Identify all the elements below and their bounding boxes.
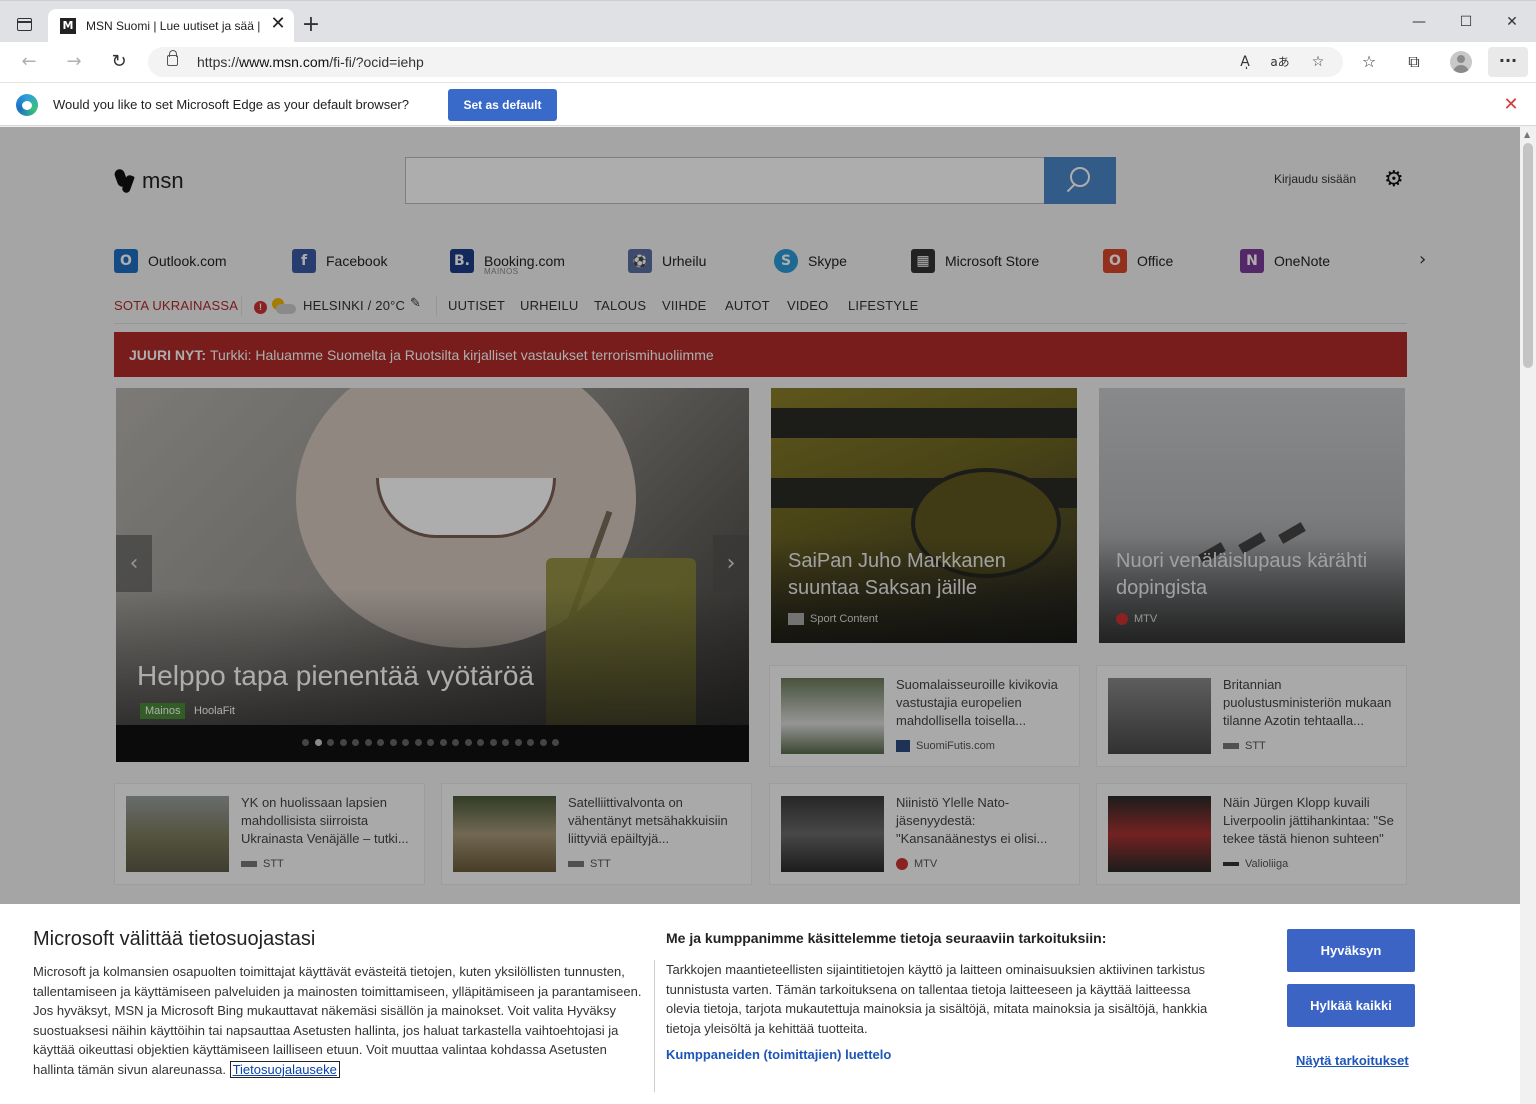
tab-close-icon[interactable]: ✕ [268, 14, 288, 34]
show-purposes-link[interactable]: Näytä tarkoitukset [1296, 1053, 1409, 1068]
partners-list-link[interactable]: Kumppaneiden (toimittajien) luettelo [666, 1047, 891, 1062]
minimize-button[interactable]: — [1407, 11, 1431, 33]
read-aloud-icon[interactable]: Aͅ [1234, 51, 1256, 73]
scroll-up-icon[interactable]: ▲ [1524, 130, 1530, 139]
msn-favicon-icon: M [60, 18, 76, 34]
consent-divider [654, 960, 655, 1092]
scrollbar-thumb[interactable] [1523, 143, 1533, 368]
purposes-heading: Me ja kumppanimme käsittelemme tietoja s… [666, 930, 1107, 946]
refresh-icon[interactable]: ↻ [107, 50, 131, 74]
set-as-default-button[interactable]: Set as default [448, 89, 557, 121]
more-icon[interactable]: ··· [1488, 47, 1528, 77]
browser-tab[interactable]: M MSN Suomi | Lue uutiset ja sää | ✕ [48, 9, 294, 43]
privacy-statement-link[interactable]: Tietosuojalauseke [229, 1060, 340, 1078]
address-bar[interactable]: https://www.msn.com/fi-fi/?ocid=iehp Aͅ … [148, 47, 1343, 77]
cookie-consent-banner: Microsoft välittää tietosuojastasi Micro… [0, 904, 1520, 1104]
lock-icon[interactable] [167, 50, 178, 66]
close-window-button[interactable]: ✕ [1500, 11, 1524, 33]
consent-title: Microsoft välittää tietosuojastasi [33, 928, 316, 950]
back-icon[interactable]: ← [17, 50, 41, 74]
maximize-button[interactable]: ☐ [1454, 11, 1478, 33]
tab-actions-icon[interactable] [17, 18, 32, 31]
browser-toolbar: ← → ↻ https://www.msn.com/fi-fi/?ocid=ie… [0, 42, 1536, 82]
new-tab-button[interactable]: + [299, 13, 323, 37]
reject-all-button[interactable]: Hylkää kaikki [1287, 984, 1415, 1027]
add-favorite-icon[interactable]: ☆ [1307, 51, 1329, 73]
purposes-text: Tarkkojen maantieteellisten sijaintitiet… [666, 962, 1208, 1036]
translate-icon[interactable]: aあ [1269, 51, 1291, 73]
default-browser-infobar: Would you like to set Microsoft Edge as … [0, 82, 1536, 126]
collections-icon[interactable]: ⧉ [1402, 50, 1426, 74]
title-bar: M MSN Suomi | Lue uutiset ja sää | ✕ + —… [0, 0, 1536, 43]
close-icon[interactable]: ✕ [1500, 94, 1522, 116]
edge-logo-icon [16, 94, 38, 116]
page-scrollbar[interactable]: ▲ [1520, 127, 1536, 1104]
accept-button[interactable]: Hyväksyn [1287, 929, 1415, 972]
forward-icon[interactable]: → [62, 50, 86, 74]
tab-title: MSN Suomi | Lue uutiset ja sää | [86, 19, 261, 33]
infobar-message: Would you like to set Microsoft Edge as … [53, 97, 409, 112]
profile-icon[interactable] [1450, 51, 1472, 73]
url-text[interactable]: https://www.msn.com/fi-fi/?ocid=iehp [197, 54, 424, 70]
consent-body: Microsoft ja kolmansien osapuolten toimi… [33, 962, 643, 1080]
favorites-icon[interactable]: ☆ [1357, 50, 1381, 74]
